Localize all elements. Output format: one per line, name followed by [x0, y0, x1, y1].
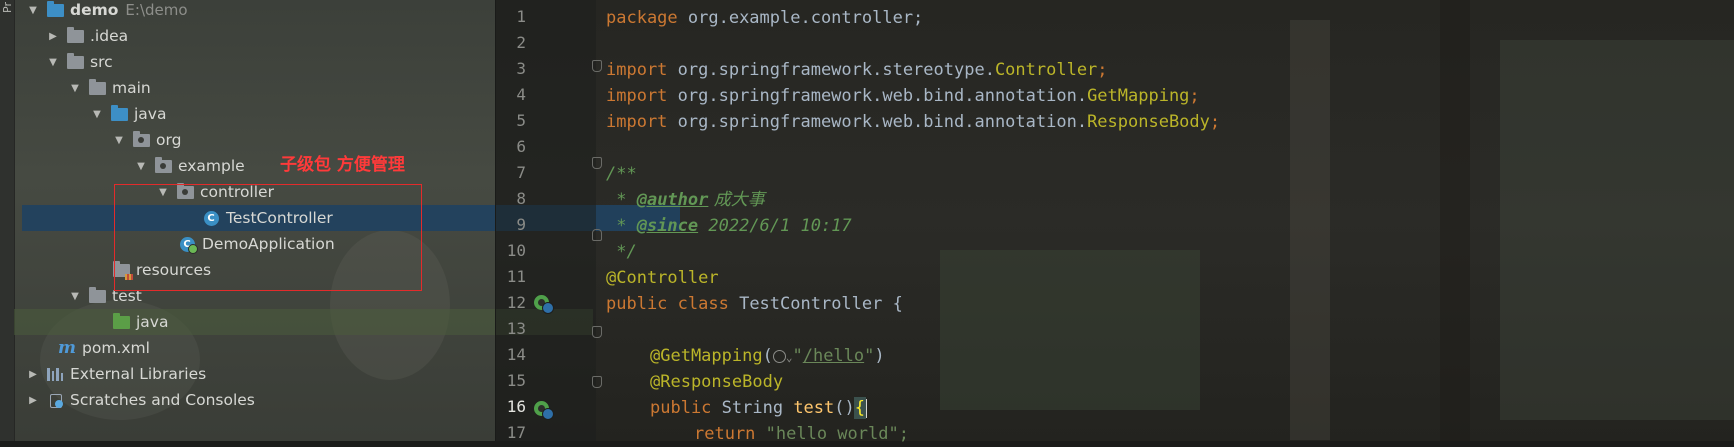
chevron-right-icon[interactable]: ▶ — [26, 393, 40, 407]
code-line-3: import org.springframework.stereotype.Co… — [606, 60, 1108, 80]
chevron-right-icon[interactable]: ▶ — [26, 367, 40, 381]
source-folder-icon — [110, 104, 128, 122]
project-tool-window-stripe[interactable]: Pr — [0, 0, 15, 441]
code-line-12: public class TestController { — [606, 294, 903, 314]
folder-icon — [66, 26, 84, 44]
folder-icon — [66, 52, 84, 70]
tree-node-label: java — [136, 313, 169, 331]
chevron-down-icon[interactable]: ▼ — [134, 159, 148, 173]
annotation-box — [114, 184, 422, 291]
line-number[interactable]: 14 — [496, 345, 526, 364]
code-line-17: return "hello world"; — [694, 424, 909, 444]
line-number[interactable]: 5 — [496, 111, 526, 130]
folder-icon — [88, 286, 106, 304]
line-number[interactable]: 1 — [496, 7, 526, 26]
tree-node-label: java — [134, 105, 167, 123]
code-line-8: * @author 成大事 — [606, 190, 765, 210]
scratches-icon — [46, 392, 64, 408]
line-number[interactable]: 8 — [496, 189, 526, 208]
chevron-right-icon[interactable]: ▶ — [46, 29, 60, 43]
code-line-14: @GetMapping(⌄"/hello") — [650, 346, 885, 366]
line-number[interactable]: 9 — [496, 215, 526, 234]
fold-marker-icon[interactable] — [592, 326, 602, 338]
line-number[interactable]: 4 — [496, 85, 526, 104]
tree-node-label: Scratches and Consoles — [70, 391, 255, 409]
tree-node-label: org — [156, 131, 182, 149]
line-number[interactable]: 15 — [496, 371, 526, 390]
code-line-11: @Controller — [606, 268, 719, 288]
code-line-16: public String test(){ — [650, 397, 867, 419]
fold-marker-icon[interactable] — [592, 157, 602, 169]
folder-icon — [88, 78, 106, 96]
fold-marker-icon[interactable] — [592, 376, 602, 388]
code-line-9: * @since 2022/6/1 10:17 — [606, 216, 852, 236]
test-folder-icon — [112, 312, 130, 330]
chevron-down-icon[interactable]: ▼ — [68, 81, 82, 95]
line-number[interactable]: 17 — [496, 423, 526, 442]
tree-node-scratches[interactable]: ▶ Scratches and Consoles — [14, 387, 507, 413]
code-line-15: @ResponseBody — [650, 372, 784, 392]
tree-node-idea[interactable]: ▶ .idea — [14, 23, 527, 49]
line-number[interactable]: 16 — [496, 397, 526, 416]
chevron-down-icon[interactable]: ▼ — [68, 289, 82, 303]
tree-node-pom[interactable]: m pom.xml — [14, 335, 539, 361]
tree-node-src[interactable]: ▼ src — [14, 49, 527, 75]
chevron-down-icon[interactable]: ▼ — [90, 107, 104, 121]
text-caret — [865, 398, 867, 418]
line-number[interactable]: 11 — [496, 267, 526, 286]
project-stripe-label[interactable]: Pr — [1, 2, 14, 13]
tree-node-label: demo — [70, 1, 119, 19]
line-number[interactable]: 2 — [496, 33, 526, 52]
chevron-down-icon[interactable]: ▼ — [26, 3, 40, 17]
tree-node-label: example — [178, 157, 245, 175]
line-number[interactable]: 6 — [496, 137, 526, 156]
spring-bean-gutter-icon[interactable] — [534, 294, 554, 314]
tree-node-demo[interactable]: ▼ demo E:\demo — [14, 0, 507, 23]
spring-request-mapping-gutter-icon[interactable] — [534, 400, 554, 420]
matched-brace: { — [853, 397, 867, 419]
chevron-down-icon[interactable]: ▼ — [112, 133, 126, 147]
chevron-down-icon[interactable]: ▼ — [46, 55, 60, 69]
code-line-5: import org.springframework.web.bind.anno… — [606, 112, 1221, 132]
tree-node-label: main — [112, 79, 151, 97]
code-line-7: /** — [606, 164, 637, 184]
fold-marker-icon[interactable] — [592, 60, 602, 72]
maven-icon: m — [58, 338, 76, 358]
code-line-10: */ — [606, 242, 637, 262]
annotation-text: 子级包 方便管理 — [280, 155, 405, 175]
tree-node-label: src — [90, 53, 113, 71]
tree-node-main[interactable]: ▼ main — [14, 75, 549, 101]
tree-node-path: E:\demo — [125, 1, 188, 19]
tree-node-java-sources[interactable]: ▼ java — [14, 101, 571, 127]
line-number[interactable]: 7 — [496, 163, 526, 182]
code-editor[interactable]: package org.example.controller; import o… — [606, 0, 1734, 444]
tree-node-label: pom.xml — [82, 339, 150, 357]
code-line-4: import org.springframework.web.bind.anno… — [606, 86, 1200, 106]
package-icon — [132, 130, 150, 148]
line-number[interactable]: 13 — [496, 319, 526, 338]
code-line-1: package org.example.controller; — [606, 8, 924, 28]
libraries-icon — [46, 366, 64, 382]
module-folder-icon — [46, 0, 64, 18]
tree-node-label: .idea — [90, 27, 129, 45]
tree-node-label: External Libraries — [70, 365, 207, 383]
line-number[interactable]: 10 — [496, 241, 526, 260]
line-number[interactable]: 3 — [496, 59, 526, 78]
line-number[interactable]: 12 — [496, 293, 526, 312]
fold-end-marker-icon[interactable] — [592, 229, 602, 241]
tree-node-external-libraries[interactable]: ▶ External Libraries — [14, 361, 507, 387]
package-icon — [154, 156, 172, 174]
globe-icon[interactable] — [772, 349, 786, 363]
